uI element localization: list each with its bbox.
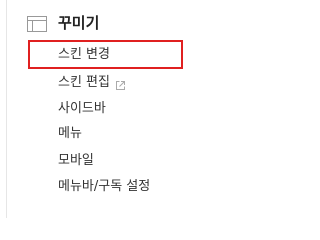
sidebar-item-skin-edit[interactable]: 스킨 편집 [58,73,126,93]
sidebar-item-menu[interactable]: 메뉴 [58,124,82,144]
sidebar-panel: 꾸미기 스킨 변경 스킨 편집 사이드바 메뉴 모바일 메뉴바/구독 설정 [0,0,241,218]
sidebar-item-label: 모바일 [58,153,94,168]
highlight-annotation [28,40,183,69]
sidebar-item-label: 스킨 편집 [58,75,110,90]
sidebar-item-mobile[interactable]: 모바일 [58,151,94,171]
sidebar-item-sidebar[interactable]: 사이드바 [58,99,106,119]
sidebar-item-menubar-subscribe[interactable]: 메뉴바/구독 설정 [58,177,150,197]
sidebar-item-label: 사이드바 [58,101,106,116]
sidebar-item-label: 메뉴 [58,126,82,141]
sidebar-menu: 스킨 변경 스킨 편집 사이드바 메뉴 모바일 메뉴바/구독 설정 [0,0,241,218]
external-link-icon [115,78,126,90]
sidebar-item-label: 메뉴바/구독 설정 [58,179,151,194]
